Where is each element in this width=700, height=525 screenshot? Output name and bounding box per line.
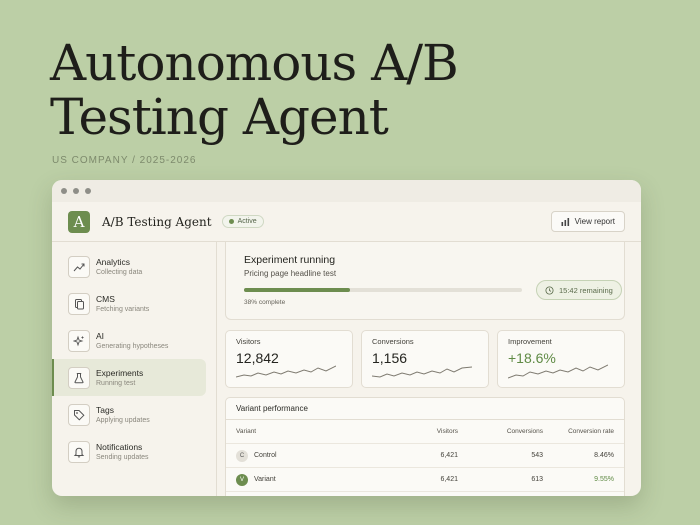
status-badge-label: Active <box>237 218 257 225</box>
time-remaining-label: 15:42 remaining <box>559 285 613 295</box>
stats-row: Visitors 12,842 Conversions 1,156 Improv… <box>225 330 625 388</box>
column-header-conversion-rate[interactable]: Conversion rate <box>543 428 614 435</box>
sidebar-item-label: AI <box>96 331 105 341</box>
hero-subtitle: US COMPANY / 2025-2026 <box>52 155 197 166</box>
sidebar-item-status: Running test <box>96 380 136 387</box>
stat-card-visitors: Visitors 12,842 <box>225 330 353 388</box>
status-badge: Active <box>221 215 264 228</box>
tag-icon <box>68 403 90 426</box>
window-minimize-dot[interactable] <box>73 188 79 194</box>
sidebar-item-label: CMS <box>96 294 115 304</box>
view-report-label: View report <box>574 217 615 226</box>
conversions-cell: 543 <box>531 452 543 459</box>
conversion-rate-cell: 9.55% <box>594 476 614 483</box>
table-header-row: Variant Visitors Conversions Conversion … <box>226 420 624 444</box>
time-remaining-badge: 15:42 remaining <box>536 280 622 300</box>
visitors-cell: 6,421 <box>440 452 458 459</box>
column-header-conversions[interactable]: Conversions <box>458 428 543 435</box>
variant-avatar: C <box>236 449 248 462</box>
sidebar-item-label: Tags <box>96 405 114 415</box>
variant-avatar: V <box>236 473 248 486</box>
flask-icon <box>68 366 90 389</box>
experiment-subtitle: Pricing page headline test <box>244 269 337 278</box>
window-maximize-dot[interactable] <box>85 188 91 194</box>
conversion-rate-cell: 8.46% <box>594 452 614 459</box>
sparkline <box>508 364 608 379</box>
sidebar-item-cms[interactable]: CMS Fetching variants <box>52 285 216 322</box>
stat-label: Conversions <box>372 337 414 346</box>
window-titlebar <box>52 180 641 202</box>
variant-performance-table: Variant performance Variant Visitors Con… <box>225 397 625 496</box>
main-panel: Experiment running Pricing page headline… <box>217 242 641 496</box>
sparkline <box>236 365 336 378</box>
hero-title-line-2: Testing Agent <box>50 88 389 146</box>
app-window: A A/B Testing Agent Active View report A… <box>52 180 641 496</box>
sidebar-item-status: Applying updates <box>96 417 150 424</box>
sidebar-item-status: Generating hypotheses <box>96 343 169 350</box>
trend-icon <box>68 255 90 278</box>
sidebar-item-label: Analytics <box>96 257 131 267</box>
sidebar-item-tags[interactable]: Tags Applying updates <box>52 396 216 433</box>
stat-label: Improvement <box>508 337 552 346</box>
sidebar-item-experiments[interactable]: Experiments Running test <box>52 359 206 396</box>
sidebar-item-status: Fetching variants <box>96 306 150 313</box>
app-name: A/B Testing Agent <box>102 214 212 229</box>
progress-bar <box>244 288 522 292</box>
status-dot-icon <box>228 219 234 224</box>
stat-card-conversions: Conversions 1,156 <box>361 330 489 388</box>
progress-label: 38% complete <box>244 299 286 306</box>
hero-title: Autonomous A/B Testing Agent <box>50 34 459 146</box>
sidebar-item-status: Sending updates <box>96 454 149 461</box>
progress-fill <box>244 288 350 292</box>
sidebar-item-notifications[interactable]: Notifications Sending updates <box>52 433 216 470</box>
app-logo: A <box>68 210 90 233</box>
view-report-button[interactable]: View report <box>550 211 625 232</box>
visitors-cell: 6,421 <box>440 476 458 483</box>
variant-name: Variant <box>254 476 276 483</box>
hero-title-line-1: Autonomous A/B <box>50 34 459 92</box>
sidebar: Analytics Collecting data CMS Fetching v… <box>52 242 217 496</box>
conversions-cell: 613 <box>531 476 543 483</box>
sidebar-item-label: Notifications <box>96 442 143 452</box>
app-header: A A/B Testing Agent Active View report <box>52 202 641 242</box>
stat-card-improvement: Improvement +18.6% <box>497 330 625 388</box>
sidebar-item-analytics[interactable]: Analytics Collecting data <box>52 248 216 285</box>
sidebar-item-status: Collecting data <box>96 269 143 276</box>
clock-icon <box>545 285 554 295</box>
bar-chart-icon <box>561 217 569 226</box>
document-icon <box>68 292 90 315</box>
experiment-card: Experiment running Pricing page headline… <box>225 242 625 320</box>
bell-icon <box>68 440 90 463</box>
sidebar-item-ai[interactable]: AI Generating hypotheses <box>52 322 216 359</box>
column-header-visitors[interactable]: Visitors <box>386 428 458 435</box>
stat-label: Visitors <box>236 337 261 346</box>
column-header-variant[interactable]: Variant <box>236 428 386 435</box>
table-row[interactable]: C Control 6,421 543 8.46% <box>226 444 624 468</box>
sparkle-icon <box>68 329 90 352</box>
sparkline <box>372 366 472 378</box>
window-close-dot[interactable] <box>61 188 67 194</box>
table-title: Variant performance <box>226 398 624 420</box>
table-row[interactable]: V Variant 6,421 613 9.55% <box>226 468 624 492</box>
experiment-title: Experiment running <box>244 254 336 266</box>
sidebar-item-label: Experiments <box>96 368 144 378</box>
variant-name: Control <box>254 452 277 459</box>
